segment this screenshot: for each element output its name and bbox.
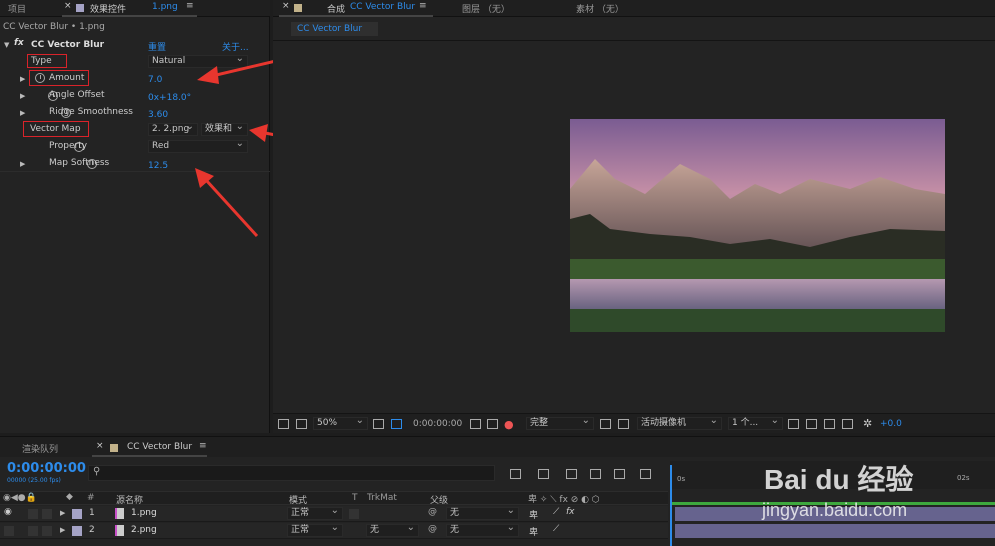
tab-render-queue[interactable]: 渲染队列 (22, 442, 58, 455)
label-color-swatch[interactable] (72, 509, 82, 519)
layer-header-row: ◉◀●🔒 ◆ # 源名称 模式 T TrkMat 父级 卑 ✧ ⟍ fx ⊘ ◐… (0, 491, 668, 506)
landscape-image (570, 119, 945, 332)
col-mode[interactable]: 模式 (289, 493, 307, 506)
layer-name[interactable]: 2.png (131, 525, 157, 535)
expand-layer-icon[interactable]: ▶ (60, 526, 65, 534)
file-icon (115, 525, 124, 536)
panel-color-icon (294, 4, 302, 12)
watermark: Bai du 经验 jingyan.baidu.com (760, 452, 990, 532)
table-row[interactable]: ▶ 2 2.png 正常 无 @ 无 卑 ⟋ (0, 522, 668, 539)
fit-icon[interactable] (373, 419, 384, 429)
exposure-value[interactable]: +0.0 (880, 419, 902, 429)
panel-menu-icon[interactable]: ≡ (199, 441, 207, 451)
comp-nav-button[interactable]: CC Vector Blur (291, 22, 378, 36)
playhead[interactable] (670, 465, 672, 546)
col-parent[interactable]: 父级 (430, 493, 448, 506)
tab-footage[interactable]: 素材 （无） (576, 2, 624, 15)
target-region-icon[interactable] (600, 419, 611, 429)
quality-dropdown[interactable]: 完整 (526, 415, 594, 430)
show-snapshot-icon[interactable] (487, 419, 498, 429)
composition-viewer: × 合成 CC Vector Blur ≡ 图层 （无） 素材 （无） CC V… (273, 0, 995, 433)
shy-switch-icon[interactable]: 卑 (529, 525, 538, 538)
tab-timeline-comp[interactable]: CC Vector Blur (127, 442, 192, 452)
panel-menu-icon[interactable]: ≡ (419, 1, 427, 11)
layer-name[interactable]: 1.png (131, 508, 157, 518)
camera-icon[interactable] (470, 419, 481, 429)
monitor-icon[interactable] (296, 419, 307, 429)
camera-dropdown[interactable]: 活动摄像机 (637, 415, 722, 430)
trkmat-dropdown[interactable]: 无 (366, 522, 419, 537)
tab-layer[interactable]: 图层 （无） (462, 2, 510, 15)
t-toggle[interactable] (349, 509, 359, 519)
parent-dropdown[interactable]: 无 (446, 522, 519, 537)
color-channels-icon[interactable]: ● (504, 418, 514, 431)
col-t[interactable]: T (352, 493, 358, 503)
shy-layers-icon[interactable] (566, 469, 577, 479)
lock-box[interactable] (42, 509, 52, 519)
reset-exposure-icon[interactable]: ✲ (863, 417, 872, 430)
effect-switch-icon[interactable]: fx (566, 507, 575, 517)
quality-switch-icon[interactable]: ⟋ (553, 524, 559, 534)
active-tab-underline (92, 455, 207, 457)
active-tab-underline (279, 15, 433, 17)
motion-blur-icon[interactable] (614, 469, 625, 479)
col-trkmat[interactable]: TrkMat (367, 493, 397, 503)
layer-number: 1 (89, 508, 95, 518)
table-row[interactable]: ◉ ▶ 1 1.png 正常 @ 无 卑 ⟋ fx (0, 505, 668, 522)
close-icon[interactable]: × (96, 441, 104, 451)
av-features-icons: ◉◀●🔒 (3, 493, 37, 503)
frame-blending-icon[interactable] (590, 469, 601, 479)
watermark-url: jingyan.baidu.com (762, 500, 908, 520)
lock-box[interactable] (42, 526, 52, 536)
pickwhip-icon[interactable]: @ (428, 507, 437, 517)
graph-editor-icon[interactable] (640, 469, 651, 479)
viewer-tab-bar: × 合成 CC Vector Blur ≡ 图层 （无） 素材 （无） (273, 0, 995, 17)
shy-switch-icon[interactable]: 卑 (529, 508, 538, 521)
layer-mode-dropdown[interactable]: 正常 (287, 505, 343, 520)
layer-mode-dropdown[interactable]: 正常 (287, 522, 343, 537)
eye-icon[interactable]: ◉ (4, 507, 12, 517)
ruler-start-label: 0s (677, 475, 686, 483)
close-icon[interactable]: × (282, 1, 290, 11)
watermark-brand: Bai du 经验 (764, 464, 914, 495)
zoom-dropdown[interactable]: 50% (313, 415, 368, 430)
views-dropdown[interactable]: 1 个... (728, 415, 783, 430)
quality-switch-icon[interactable]: ⟋ (553, 507, 559, 517)
snapshot-toggle-icon[interactable] (278, 419, 289, 429)
draft-3d-icon[interactable] (538, 469, 549, 479)
video-toggle-box[interactable] (4, 526, 14, 536)
region-icon[interactable] (391, 419, 402, 429)
panel-color-icon (110, 444, 118, 452)
label-color-swatch[interactable] (72, 526, 82, 536)
timeline-icon[interactable] (824, 419, 835, 429)
search-icon: ⚲ (93, 466, 101, 477)
layer-search-input[interactable]: ⚲ (88, 465, 495, 481)
divider (273, 40, 995, 41)
solo-box[interactable] (28, 526, 38, 536)
file-icon (115, 508, 124, 519)
pickwhip-icon[interactable]: @ (428, 524, 437, 534)
parent-dropdown[interactable]: 无 (446, 505, 519, 520)
transparency-grid-icon[interactable] (618, 419, 629, 429)
switches-icons: 卑 ✧ ⟍ fx ⊘ ◐ ⬡ (528, 495, 600, 505)
col-source-name[interactable]: 源名称 (116, 493, 143, 506)
tab-comp-name[interactable]: CC Vector Blur (350, 2, 415, 12)
tab-comp-prefix[interactable]: 合成 (327, 2, 345, 15)
toggle-pixel-icon[interactable] (788, 419, 799, 429)
viewer-timecode[interactable]: 0:00:00:00 (413, 419, 462, 429)
solo-box[interactable] (28, 509, 38, 519)
flowchart-icon[interactable] (842, 419, 853, 429)
viewer-toolbar: 50% 0:00:00:00 ● 完整 活动摄像机 1 个... ✲ +0.0 (273, 413, 995, 433)
label-tag-icon: ◆ (66, 492, 73, 502)
col-hash: # (87, 493, 95, 503)
frame-info: 00000 (25.00 fps) (7, 477, 61, 484)
layer-number: 2 (89, 525, 95, 535)
fast-preview-icon[interactable] (806, 419, 817, 429)
timeline-timecode[interactable]: 0:00:00:00 (7, 461, 86, 476)
comp-mini-flowchart-icon[interactable] (510, 469, 521, 479)
expand-layer-icon[interactable]: ▶ (60, 509, 65, 517)
